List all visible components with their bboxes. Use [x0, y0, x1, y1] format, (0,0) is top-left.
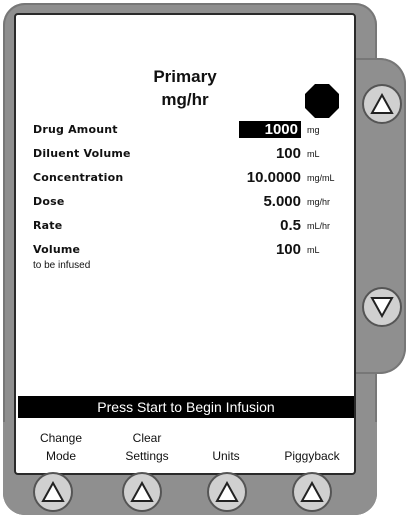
- softkey-label-line: Change: [39, 431, 83, 445]
- field-label: Drug Amount: [33, 123, 118, 136]
- softkey-label-line: [196, 429, 256, 447]
- softkey-label-clear-settings: Clear Settings: [112, 429, 182, 465]
- softkey-piggyback-button[interactable]: [292, 472, 332, 512]
- stop-octagon-icon: [305, 84, 339, 118]
- lcd-screen: Primary mg/hr Drug Amount 1000 mg Diluen…: [14, 13, 356, 475]
- scroll-down-button[interactable]: [362, 287, 402, 327]
- field-drug-amount[interactable]: Drug Amount 1000 mg: [33, 121, 351, 141]
- field-label: Dose: [33, 195, 65, 208]
- arrow-up-icon: [41, 481, 65, 502]
- softkey-change-mode-button[interactable]: [33, 472, 73, 512]
- softkey-label-line: Mode: [45, 449, 77, 463]
- softkey-label-line: Settings: [125, 449, 169, 463]
- arrow-up-icon: [300, 481, 324, 502]
- field-sublabel: to be infused: [33, 260, 91, 271]
- field-unit: mg/hr: [307, 197, 331, 207]
- arrow-up-icon: [370, 93, 394, 114]
- field-unit: mL: [307, 149, 320, 159]
- field-label: Rate: [33, 219, 63, 232]
- softkey-label-line: Piggyback: [284, 449, 340, 463]
- softkey-label-line: Units: [212, 449, 240, 463]
- softkey-label-line: Clear: [132, 431, 162, 445]
- field-label: Concentration: [33, 171, 124, 184]
- field-unit: mL: [307, 245, 320, 255]
- field-label: Volume: [33, 243, 81, 256]
- field-value: 0.5: [280, 217, 301, 234]
- field-value-selected[interactable]: 1000: [238, 121, 301, 138]
- field-dose[interactable]: Dose 5.000 mg/hr: [33, 193, 351, 213]
- softkey-label-change-mode: Change Mode: [32, 429, 90, 465]
- field-unit: mL/hr: [307, 221, 331, 231]
- softkey-label-line: [272, 429, 352, 447]
- arrow-down-icon: [370, 297, 394, 318]
- field-unit: mg: [307, 125, 320, 135]
- field-concentration[interactable]: Concentration 10.0000 mg/mL: [33, 169, 351, 189]
- field-unit: mg/mL: [307, 173, 335, 183]
- field-value: 100: [275, 145, 301, 162]
- field-volume-to-be-infused[interactable]: Volume to be infused 100 mL: [33, 241, 351, 275]
- softkey-clear-settings-button[interactable]: [122, 472, 162, 512]
- softkey-label-piggyback: Piggyback: [272, 429, 352, 465]
- arrow-up-icon: [130, 481, 154, 502]
- status-message: Press Start to Begin Infusion: [18, 396, 354, 418]
- field-value: 10.0000: [246, 169, 301, 186]
- field-rate[interactable]: Rate 0.5 mL/hr: [33, 217, 351, 237]
- field-label: Diluent Volume: [33, 147, 131, 160]
- arrow-up-icon: [215, 481, 239, 502]
- field-diluent-volume[interactable]: Diluent Volume 100 mL: [33, 145, 351, 165]
- field-value: 5.000: [263, 193, 301, 210]
- field-value: 100: [275, 241, 301, 258]
- softkey-label-units: Units: [196, 429, 256, 465]
- softkey-units-button[interactable]: [207, 472, 247, 512]
- scroll-up-button[interactable]: [362, 84, 402, 124]
